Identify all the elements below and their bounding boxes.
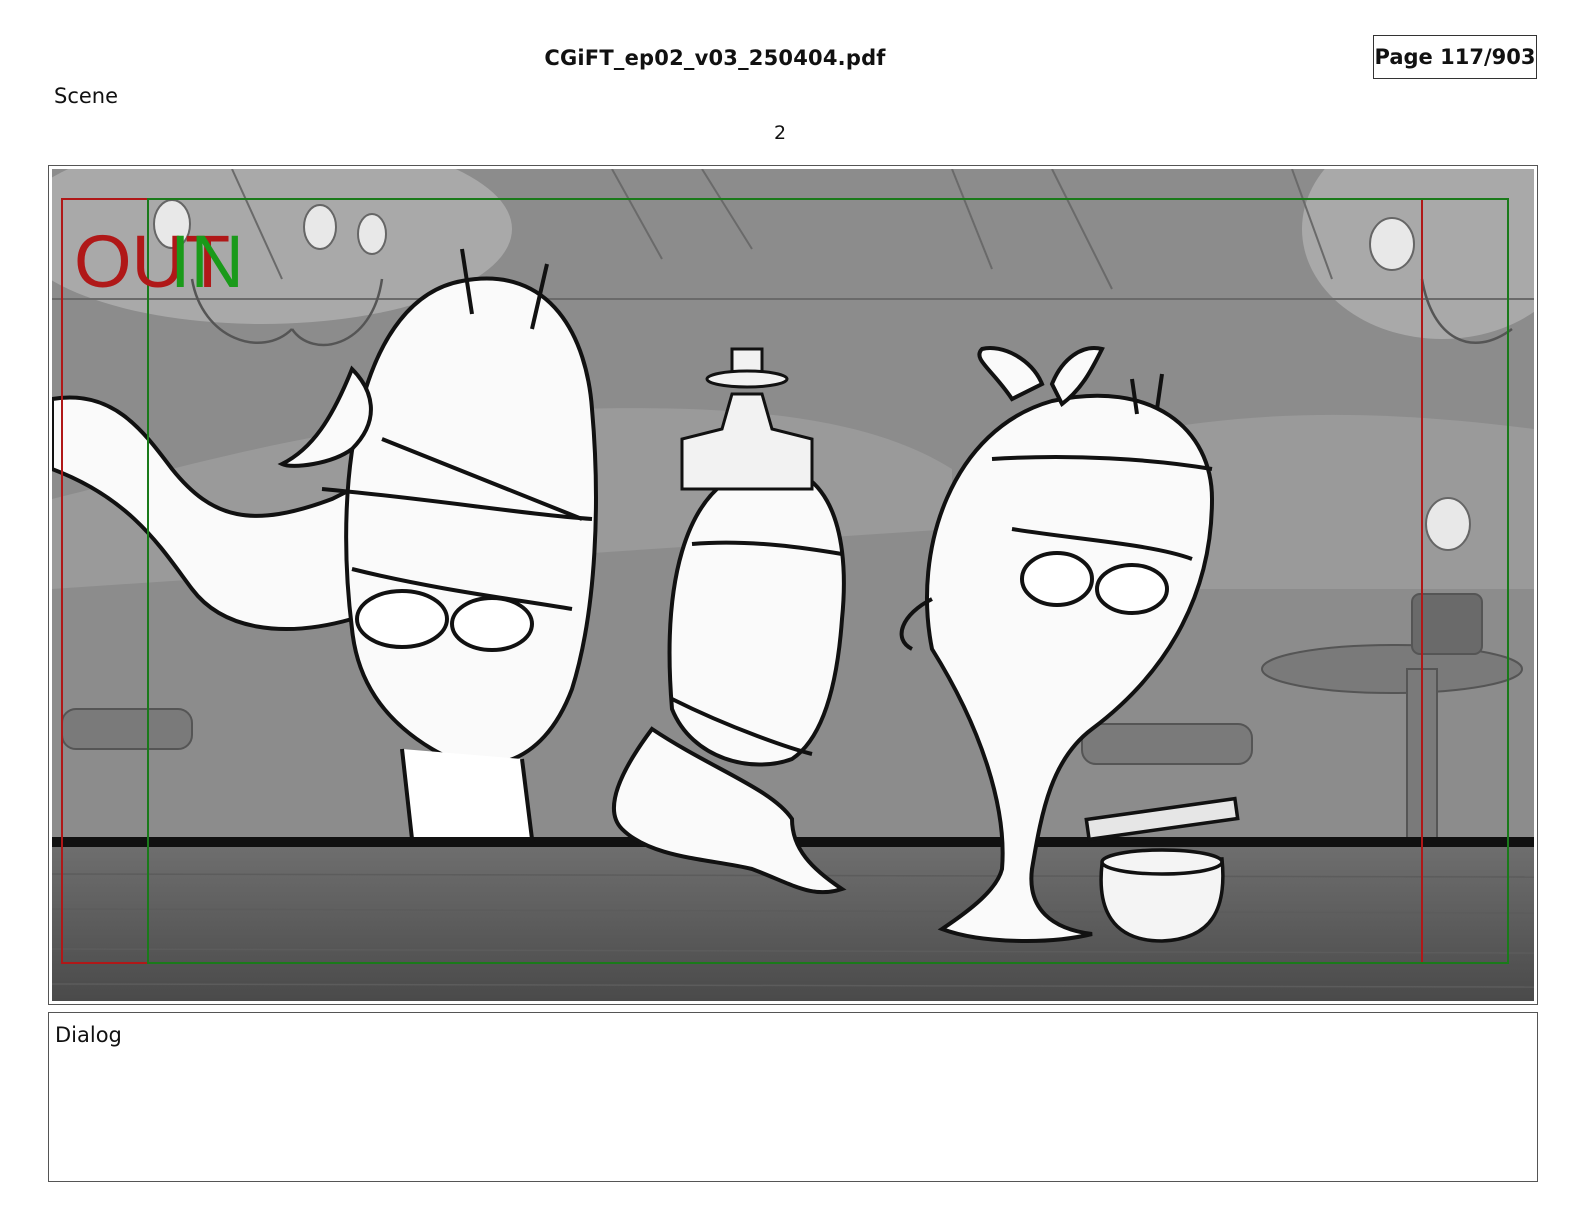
storyboard-panel: OUT IN <box>48 165 1538 1005</box>
scene-label: Scene <box>54 84 119 108</box>
page-indicator: Page 117/903 <box>1373 35 1537 79</box>
in-marker: IN <box>170 220 244 303</box>
storyboard-sketch: OUT IN <box>52 169 1534 1001</box>
scene-number: 2 <box>773 122 787 144</box>
dialog-label: Dialog <box>55 1023 122 1047</box>
dialog-box: Dialog <box>48 1012 1538 1182</box>
document-title: CGiFT_ep02_v03_250404.pdf <box>544 46 886 70</box>
